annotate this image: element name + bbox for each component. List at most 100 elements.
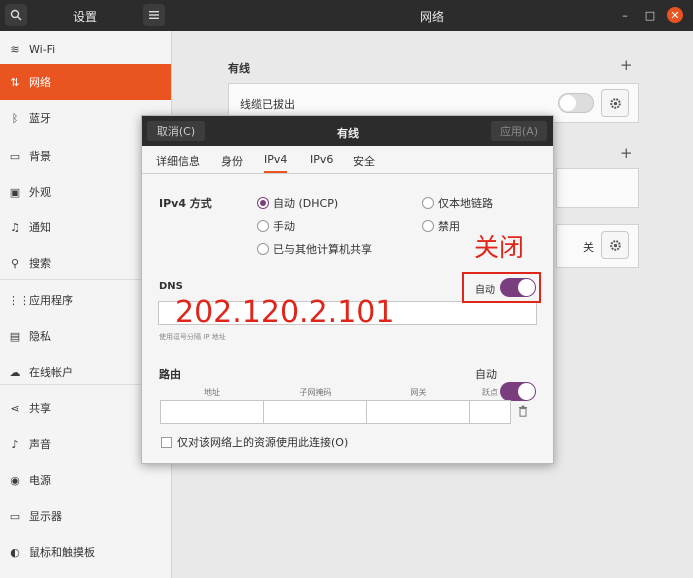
route-gateway-input[interactable] <box>366 400 471 424</box>
method-manual[interactable]: 手动 <box>257 218 295 234</box>
route-col-netmask: 子网掩码 <box>299 388 332 397</box>
tab-bar: 详细信息 身份 IPv4 IPv6 安全 <box>142 146 553 174</box>
close-icon: ✕ <box>670 8 680 22</box>
wired-toggle[interactable] <box>558 93 594 113</box>
method-link-local[interactable]: 仅本地链路 <box>422 195 493 211</box>
hamburger-menu-icon <box>149 11 159 19</box>
sidebar-item-label: 显示器 <box>29 510 62 523</box>
sidebar-item-label: 网络 <box>29 76 51 89</box>
apply-button[interactable]: 应用(A) <box>491 121 547 141</box>
network-title: 网络 <box>420 10 445 24</box>
route-col-address: 地址 <box>204 388 220 397</box>
add-wired-button[interactable]: + <box>620 56 633 74</box>
method-shared-label: 已与其他计算机共享 <box>273 243 372 256</box>
annotation-off-label: 关闭 <box>474 233 525 262</box>
radio-icon <box>257 220 269 232</box>
dns-hint: 使用逗号分隔 IP 地址 <box>159 333 226 341</box>
radio-icon <box>257 243 269 255</box>
annotation-dns-value: 202.120.2.101 <box>175 295 395 330</box>
method-link-local-label: 仅本地链路 <box>438 197 493 210</box>
sidebar-item-label: 共享 <box>29 402 51 415</box>
sidebar-item-12[interactable]: ◉ 电源 <box>0 462 171 498</box>
ipv4-method-label: IPv4 方式 <box>159 197 212 210</box>
sidebar-item-1[interactable]: ⇅ 网络 <box>0 64 171 100</box>
proxy-card <box>556 168 639 208</box>
maximize-icon: □ <box>644 8 656 22</box>
sidebar-item-label: 应用程序 <box>29 294 73 307</box>
sidebar-item-label: Wi-Fi <box>29 42 56 56</box>
route-metric-input[interactable] <box>469 400 511 424</box>
vpn-settings-button[interactable] <box>601 231 629 259</box>
wired-settings-button[interactable] <box>601 89 629 117</box>
tab-identity[interactable]: 身份 <box>221 153 243 169</box>
minimize-button[interactable]: – <box>617 7 633 23</box>
method-auto-dhcp[interactable]: 自动 (DHCP) <box>257 195 338 211</box>
routes-auto-label: 自动 <box>475 368 497 381</box>
radio-selected-icon <box>257 197 269 209</box>
sidebar-item-label: 鼠标和触摸板 <box>29 546 95 559</box>
only-local-resources-checkbox[interactable]: 仅对该网络上的资源使用此连接(O) <box>161 434 348 450</box>
sidebar-item-label: 蓝牙 <box>29 112 51 125</box>
radio-icon <box>422 197 434 209</box>
cancel-button[interactable]: 取消(C) <box>147 121 205 141</box>
settings-title: 设置 <box>73 10 98 24</box>
sidebar-item-label: 搜索 <box>29 257 51 270</box>
add-vpn-button[interactable]: + <box>620 144 633 162</box>
sidebar-item-label: 背景 <box>29 150 51 163</box>
tab-ipv4[interactable]: IPv4 <box>264 153 288 173</box>
cable-status: 线缆已拔出 <box>240 98 295 111</box>
dns-label: DNS <box>159 281 183 292</box>
gear-icon <box>609 239 621 251</box>
wired-section-title: 有线 <box>228 62 250 75</box>
annotation-highlight-box <box>462 272 541 303</box>
trash-icon <box>519 405 527 417</box>
sidebar-item-label: 隐私 <box>29 330 51 343</box>
sidebar-item-0[interactable]: ≋ Wi-Fi <box>0 31 171 67</box>
maximize-button[interactable]: □ <box>642 7 658 23</box>
share-icon: ⋖ <box>10 401 20 415</box>
network-icon: ⇅ <box>10 75 20 89</box>
method-manual-label: 手动 <box>273 220 295 233</box>
method-disabled-label: 禁用 <box>438 220 460 233</box>
vpn-state: 关 <box>583 241 594 254</box>
sidebar-item-14[interactable]: ◐ 鼠标和触摸板 <box>0 534 171 570</box>
routes-label: 路由 <box>159 368 181 381</box>
background-icon: ▭ <box>9 149 21 163</box>
sidebar-item-13[interactable]: ▭ 显示器 <box>0 498 171 534</box>
power-icon: ◉ <box>10 473 20 487</box>
bell-icon: ♫ <box>10 220 20 234</box>
route-address-input[interactable] <box>160 400 265 424</box>
method-shared[interactable]: 已与其他计算机共享 <box>257 241 372 257</box>
checkbox-icon <box>161 436 172 448</box>
appearance-icon: ▣ <box>9 185 21 199</box>
tab-ipv6[interactable]: IPv6 <box>310 153 333 166</box>
radio-icon <box>422 220 434 232</box>
tab-details[interactable]: 详细信息 <box>156 153 200 169</box>
route-netmask-input[interactable] <box>263 400 368 424</box>
mouse-icon: ◐ <box>10 545 20 559</box>
route-delete-button[interactable] <box>511 400 535 422</box>
music-note-icon: ♪ <box>11 437 19 451</box>
route-col-gateway: 网关 <box>410 388 427 397</box>
gear-icon <box>609 97 621 109</box>
wifi-icon: ≋ <box>10 42 20 56</box>
minimize-icon: – <box>622 8 628 22</box>
method-auto-dhcp-label: 自动 (DHCP) <box>273 197 339 210</box>
search-icon <box>10 9 22 21</box>
menu-button[interactable] <box>143 4 165 26</box>
apps-grid-icon: ⋮⋮ <box>8 293 30 307</box>
sidebar-item-label: 在线帐户 <box>29 366 73 379</box>
search-button[interactable] <box>5 4 27 26</box>
sidebar-item-label: 通知 <box>29 221 51 234</box>
close-button[interactable]: ✕ <box>667 7 683 23</box>
method-disabled[interactable]: 禁用 <box>422 218 460 234</box>
tab-security[interactable]: 安全 <box>353 153 375 169</box>
header-bar <box>0 0 693 31</box>
search-icon: ⚲ <box>10 256 20 270</box>
sidebar-item-label: 电源 <box>29 474 51 487</box>
sidebar-item-label: 声音 <box>29 438 51 451</box>
only-local-resources-label: 仅对该网络上的资源使用此连接(O) <box>177 436 349 449</box>
cloud-icon: ☁ <box>9 365 21 379</box>
display-icon: ▭ <box>9 509 21 523</box>
bluetooth-icon: ᛒ <box>11 111 19 125</box>
